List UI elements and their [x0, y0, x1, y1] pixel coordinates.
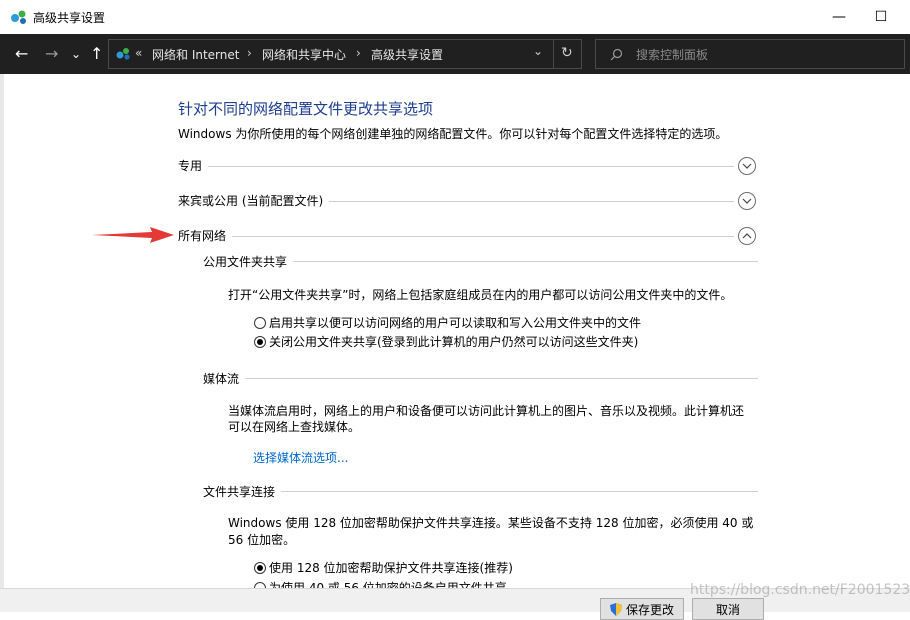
divider — [178, 166, 734, 167]
media-description-line2: 可以在网络上查找媒体。 — [228, 420, 361, 434]
file-sharing-description-line2: 56 位加密。 — [228, 533, 296, 547]
profile-private-label[interactable]: 专用 — [178, 157, 209, 174]
save-changes-label: 保存更改 — [625, 602, 674, 617]
refresh-icon[interactable]: ↻ — [561, 45, 573, 61]
window-title: 高级共享设置 — [33, 11, 106, 25]
file-sharing-description-line1: Windows 使用 128 位加密帮助保护文件共享连接。某些设备不支持 128… — [228, 516, 754, 530]
forward-button[interactable]: → — [45, 44, 58, 64]
overflow-icon[interactable]: « — [135, 46, 142, 60]
chevron-down-icon[interactable]: ⌄ — [533, 44, 543, 58]
chevron-right-icon: › — [247, 46, 252, 60]
encryption-128-label[interactable]: 使用 128 位加密帮助保护文件共享连接(推荐) — [269, 559, 513, 576]
chevron-down-icon — [742, 163, 752, 169]
breadcrumb-network-center[interactable]: 网络和共享中心 — [262, 46, 346, 63]
expand-private-button[interactable] — [738, 157, 756, 175]
search-input[interactable]: 搜索控制面板 — [636, 46, 708, 63]
recent-locations-button[interactable]: ⌄ — [71, 44, 81, 64]
search-icon — [610, 48, 623, 61]
profile-all-networks-label[interactable]: 所有网络 — [178, 227, 233, 244]
divider — [203, 378, 758, 379]
file-sharing-title: 文件共享连接 — [203, 483, 282, 500]
collapse-all-networks-button[interactable] — [738, 227, 756, 245]
media-streaming-title: 媒体流 — [203, 370, 246, 387]
public-folder-off-radio[interactable] — [254, 336, 266, 348]
address-bar[interactable]: « 网络和 Internet › 网络和共享中心 › 高级共享设置 ⌄ ↻ — [108, 39, 582, 69]
network-sharing-icon — [116, 48, 130, 60]
chevron-up-icon — [742, 233, 752, 239]
up-button[interactable]: ↑ — [90, 44, 103, 64]
chevron-down-icon — [742, 198, 752, 204]
public-folder-off-label[interactable]: 关闭公用文件夹共享(登录到此计算机的用户仍然可以访问这些文件夹) — [269, 333, 638, 350]
page-description: Windows 为你所使用的每个网络创建单独的网络配置文件。你可以针对每个配置文… — [178, 127, 728, 141]
minimize-button[interactable]: — — [816, 0, 862, 34]
maximize-button[interactable]: ☐ — [858, 0, 904, 34]
shield-icon — [609, 602, 622, 616]
title-bar: 高级共享设置 — ☐ — [0, 0, 910, 34]
expand-guest-public-button[interactable] — [738, 192, 756, 210]
media-description-line1: 当媒体流启用时，网络上的用户和设备便可以访问此计算机上的图片、音乐以及视频。此计… — [228, 404, 745, 418]
minimize-icon: — — [832, 9, 846, 25]
network-sharing-icon — [11, 10, 26, 24]
breadcrumb-advanced-sharing[interactable]: 高级共享设置 — [371, 46, 443, 63]
chevron-right-icon: › — [356, 46, 361, 60]
back-button[interactable]: ← — [15, 44, 28, 64]
cancel-button[interactable]: 取消 — [692, 598, 764, 620]
address-divider — [553, 40, 554, 68]
page-title: 针对不同的网络配置文件更改共享选项 — [178, 100, 434, 118]
search-box[interactable]: 搜索控制面板 — [595, 39, 905, 69]
divider — [203, 491, 758, 492]
public-folder-on-radio[interactable] — [254, 317, 266, 329]
encryption-128-radio[interactable] — [254, 562, 266, 574]
public-folder-title: 公用文件夹共享 — [203, 253, 294, 270]
breadcrumb-network-internet[interactable]: 网络和 Internet — [152, 46, 239, 63]
navigation-bar: ← → ⌄ ↑ « 网络和 Internet › 网络和共享中心 › 高级共享设… — [0, 34, 910, 74]
window-left-border — [0, 74, 4, 611]
media-streaming-options-link[interactable]: 选择媒体流选项... — [253, 449, 348, 466]
public-folder-on-label[interactable]: 启用共享以便可以访问网络的用户可以读取和写入公用文件夹中的文件 — [269, 314, 641, 331]
maximize-icon: ☐ — [874, 9, 888, 25]
annotation-arrow-icon — [92, 227, 174, 243]
public-folder-description: 打开“公用文件夹共享”时，网络上包括家庭组成员在内的用户都可以访问公用文件夹中的… — [228, 288, 733, 302]
divider — [178, 236, 734, 237]
cancel-label: 取消 — [715, 602, 740, 617]
save-changes-button[interactable]: 保存更改 — [600, 598, 684, 620]
watermark-text: https://blog.csdn.net/F2001523 — [690, 582, 910, 598]
profile-guest-public-label[interactable]: 来宾或公用 (当前配置文件) — [178, 192, 330, 209]
